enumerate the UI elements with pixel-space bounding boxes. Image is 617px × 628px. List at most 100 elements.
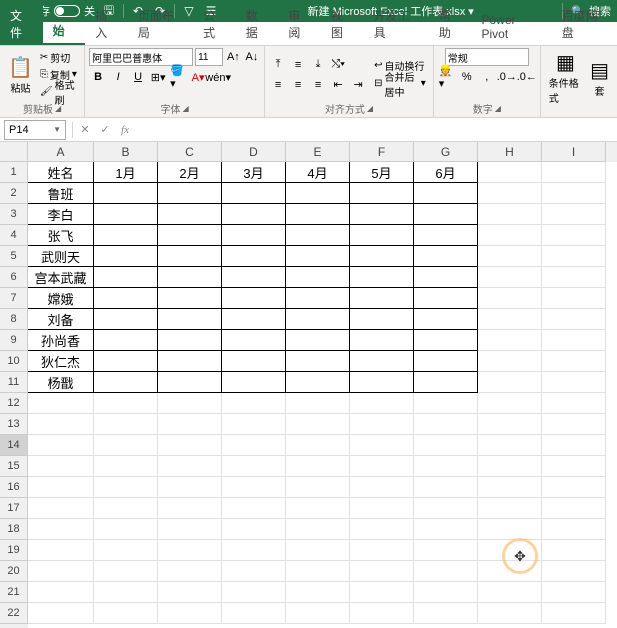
cell[interactable] <box>286 561 350 582</box>
row-header[interactable]: 1 <box>0 162 28 183</box>
cell[interactable] <box>222 435 286 456</box>
cell[interactable] <box>350 456 414 477</box>
cell[interactable] <box>542 477 606 498</box>
tab-data[interactable]: 数据 <box>236 3 279 45</box>
underline-button[interactable]: U <box>129 68 147 86</box>
cell[interactable] <box>222 393 286 414</box>
cell[interactable] <box>158 456 222 477</box>
cell[interactable] <box>414 267 478 288</box>
cell[interactable]: 1月 <box>94 162 158 183</box>
percent-icon[interactable]: % <box>458 68 476 86</box>
cell[interactable] <box>222 351 286 372</box>
align-right-icon[interactable]: ≡ <box>309 76 327 94</box>
cell[interactable] <box>286 351 350 372</box>
cell[interactable] <box>286 477 350 498</box>
align-top-icon[interactable]: ⤒ <box>269 56 287 74</box>
cell[interactable] <box>478 330 542 351</box>
cell[interactable] <box>542 414 606 435</box>
row-header[interactable]: 21 <box>0 582 28 603</box>
cell[interactable] <box>222 582 286 603</box>
increase-decimal-icon[interactable]: .0→ <box>498 68 516 86</box>
cell[interactable] <box>478 582 542 603</box>
column-header[interactable]: F <box>350 142 414 162</box>
cell[interactable] <box>94 540 158 561</box>
cell[interactable] <box>414 393 478 414</box>
row-header[interactable]: 15 <box>0 456 28 477</box>
tab-powerpivot[interactable]: Power Pivot <box>471 9 551 45</box>
cell[interactable] <box>478 183 542 204</box>
column-header[interactable]: I <box>542 142 606 162</box>
cell[interactable] <box>542 393 606 414</box>
cell[interactable] <box>28 603 94 624</box>
bold-button[interactable]: B <box>89 68 107 86</box>
cell[interactable] <box>94 288 158 309</box>
cell[interactable] <box>350 561 414 582</box>
indent-decrease-icon[interactable]: ⇤ <box>329 76 347 94</box>
row-header[interactable]: 18 <box>0 519 28 540</box>
cell[interactable] <box>94 498 158 519</box>
tab-view[interactable]: 视图 <box>321 3 364 45</box>
cell[interactable]: 张飞 <box>28 225 94 246</box>
cell[interactable] <box>28 393 94 414</box>
cell[interactable] <box>222 204 286 225</box>
cell[interactable] <box>158 603 222 624</box>
cell[interactable] <box>158 330 222 351</box>
cell[interactable] <box>478 204 542 225</box>
cell[interactable] <box>350 372 414 393</box>
cell[interactable] <box>158 435 222 456</box>
tab-developer[interactable]: 开发工具 <box>364 3 429 45</box>
cell[interactable] <box>222 288 286 309</box>
cell[interactable]: 嫦娥 <box>28 288 94 309</box>
cell[interactable] <box>158 561 222 582</box>
row-header[interactable]: 12 <box>0 393 28 414</box>
cell[interactable] <box>414 183 478 204</box>
cell[interactable] <box>350 498 414 519</box>
tab-review[interactable]: 审阅 <box>278 3 321 45</box>
tab-formulas[interactable]: 公式 <box>193 3 236 45</box>
cell[interactable]: 李白 <box>28 204 94 225</box>
cell[interactable] <box>350 267 414 288</box>
cell[interactable] <box>222 414 286 435</box>
comma-icon[interactable]: , <box>478 68 496 86</box>
cell[interactable] <box>478 603 542 624</box>
cell[interactable] <box>414 225 478 246</box>
format-painter-button[interactable]: 🖌格式刷 <box>37 84 80 100</box>
cell[interactable] <box>414 582 478 603</box>
cell[interactable] <box>158 288 222 309</box>
cell[interactable]: 宫本武藏 <box>28 267 94 288</box>
cell[interactable] <box>94 351 158 372</box>
row-header[interactable]: 8 <box>0 309 28 330</box>
cell[interactable] <box>414 498 478 519</box>
select-all-corner[interactable] <box>0 142 28 162</box>
cell[interactable] <box>28 561 94 582</box>
cell[interactable] <box>286 519 350 540</box>
border-button[interactable]: ⊞▾ <box>149 68 167 86</box>
cell[interactable] <box>286 435 350 456</box>
cell[interactable] <box>94 477 158 498</box>
cell[interactable] <box>350 351 414 372</box>
cell[interactable] <box>350 435 414 456</box>
cell[interactable] <box>286 603 350 624</box>
row-header[interactable]: 6 <box>0 267 28 288</box>
cell[interactable] <box>478 414 542 435</box>
cell[interactable] <box>350 183 414 204</box>
cell[interactable] <box>542 288 606 309</box>
cell[interactable] <box>158 246 222 267</box>
cell[interactable] <box>414 603 478 624</box>
cell[interactable] <box>94 393 158 414</box>
cell[interactable] <box>286 456 350 477</box>
cell[interactable] <box>414 351 478 372</box>
cell[interactable] <box>478 267 542 288</box>
cell[interactable] <box>542 435 606 456</box>
cell[interactable] <box>222 330 286 351</box>
cell[interactable] <box>94 561 158 582</box>
cell[interactable] <box>478 519 542 540</box>
toggle-switch[interactable] <box>54 5 80 17</box>
number-format-select[interactable] <box>445 48 529 66</box>
cell[interactable] <box>478 435 542 456</box>
row-header[interactable]: 7 <box>0 288 28 309</box>
cell[interactable] <box>542 498 606 519</box>
column-header[interactable]: H <box>478 142 542 162</box>
number-launcher-icon[interactable]: ◢ <box>495 104 501 113</box>
cell[interactable] <box>222 540 286 561</box>
